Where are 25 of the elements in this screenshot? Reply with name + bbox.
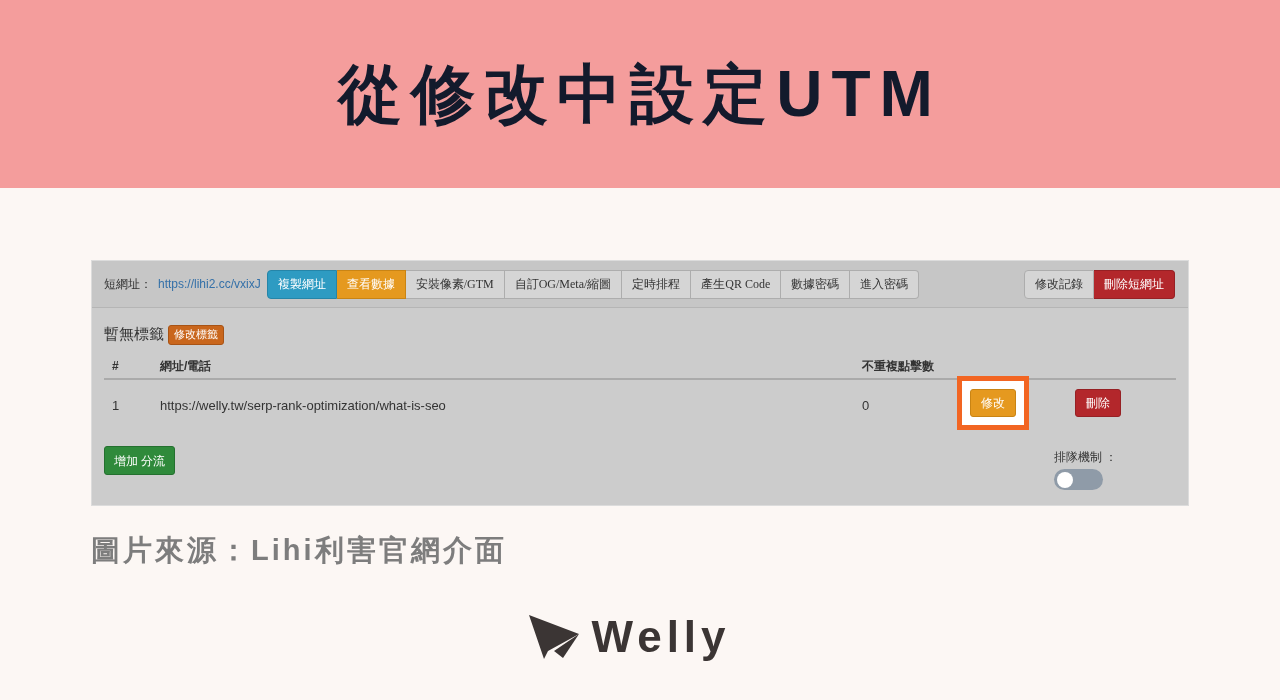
row-action-button[interactable]: 刪除	[1075, 389, 1121, 417]
table-cell: 1	[112, 398, 120, 413]
logo-wordmark: Welly	[591, 615, 731, 659]
edit-tags-button[interactable]: 修改標籤	[168, 324, 224, 345]
toolbar-button[interactable]: 產生QR Code	[691, 269, 782, 299]
toolbar-button[interactable]: 刪除短網址	[1094, 269, 1175, 299]
paper-plane-logo-icon	[529, 615, 580, 659]
table-cell: https://welly.tw/serp-rank-optimization/what-is-seo	[160, 398, 446, 413]
queue-toggle[interactable]	[1054, 469, 1103, 490]
toolbar-button[interactable]: 數據密碼	[781, 269, 851, 299]
toolbar-button[interactable]: 自訂OG/Meta/縮圖	[504, 269, 623, 299]
image-source-caption: 圖片來源：Lihi利害官網介面	[91, 536, 507, 565]
add-split-button[interactable]: 增加 分流	[104, 446, 175, 475]
column-header: 不重複點擊數	[862, 359, 934, 373]
column-header: 網址/電話	[160, 359, 212, 373]
queue-label: 排隊機制 ：	[1054, 449, 1118, 466]
no-tags-text: 暫無標籤	[104, 324, 164, 345]
toolbar-button[interactable]: 定時排程	[622, 269, 692, 299]
page-title: 從修改中設定UTM	[338, 62, 942, 126]
table-cell: 0	[862, 398, 870, 413]
column-header: #	[112, 359, 119, 373]
toolbar-button[interactable]: 修改記錄	[1024, 269, 1094, 299]
toolbar-button[interactable]: 安裝像素/GTM	[405, 269, 505, 299]
toolbar-button[interactable]: 進入密碼	[850, 269, 920, 299]
short-url-label: 短網址：	[104, 276, 152, 293]
